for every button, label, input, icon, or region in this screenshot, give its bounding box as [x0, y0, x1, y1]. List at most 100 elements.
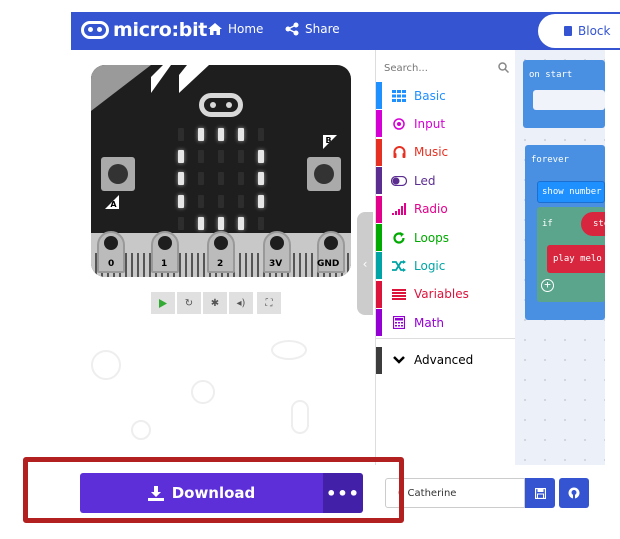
- workspace-scrollbar[interactable]: [605, 50, 620, 465]
- category-radio[interactable]: Radio: [376, 195, 516, 223]
- category-color-bar: [376, 224, 382, 251]
- play-icon: [159, 298, 167, 308]
- save-icon: [534, 487, 546, 499]
- forever-label: forever: [531, 155, 569, 165]
- calculator-icon: [390, 316, 408, 330]
- category-basic[interactable]: Basic: [376, 82, 516, 109]
- background-decoration: [191, 380, 215, 404]
- pin-hole: [324, 236, 338, 250]
- button-a-cap: [108, 164, 128, 184]
- microbit-logo[interactable]: micro:bit: [81, 19, 207, 41]
- restart-button[interactable]: ↻: [177, 292, 201, 314]
- led-2-2: [218, 172, 224, 186]
- blocks-tab[interactable]: Block: [538, 14, 620, 48]
- forever-block[interactable]: forever show number if ste play melo +: [525, 145, 620, 320]
- share-button[interactable]: Share: [285, 22, 340, 36]
- grid-icon: [390, 89, 408, 102]
- download-button[interactable]: Download: [80, 473, 323, 513]
- category-label: Led: [414, 173, 436, 188]
- chevron-down-icon: [390, 356, 408, 364]
- on-start-label: on start: [529, 70, 573, 80]
- fullscreen-button[interactable]: ⛶: [257, 292, 281, 314]
- background-decoration: [91, 350, 121, 380]
- led-1-3: [238, 150, 244, 164]
- button-a[interactable]: [101, 157, 135, 191]
- board-corner-stripes: [91, 65, 209, 111]
- pin-label: 3V: [269, 259, 283, 269]
- list-icon: [390, 288, 408, 300]
- save-button[interactable]: [525, 478, 555, 508]
- category-color-bar: [376, 346, 382, 374]
- category-color-bar: [376, 309, 382, 337]
- mute-button[interactable]: ◂): [229, 292, 253, 314]
- background-decoration: [291, 400, 309, 434]
- blocks-label: Block: [578, 24, 611, 38]
- led-4-1: [198, 217, 204, 231]
- toolbox-search: [376, 56, 516, 80]
- background-decoration: [271, 340, 307, 360]
- led-3-4: [258, 194, 264, 208]
- top-menu-bar: micro:bit Home Share Block: [71, 12, 620, 50]
- toggle-icon: [390, 175, 408, 186]
- button-a-label: A: [105, 195, 119, 209]
- pin-hole: [270, 236, 284, 250]
- button-b-cap: [314, 164, 334, 184]
- category-loops[interactable]: Loops: [376, 224, 516, 251]
- collapse-simulator-button[interactable]: ‹: [357, 212, 373, 315]
- category-math[interactable]: Math: [376, 309, 516, 337]
- led-2-4: [258, 172, 264, 186]
- download-more-button[interactable]: •••: [323, 473, 363, 513]
- logo-text: micro:bit: [113, 19, 208, 41]
- if-block[interactable]: if ste play melo +: [537, 207, 620, 302]
- pin-hole: [214, 236, 228, 250]
- on-start-slot: [533, 90, 605, 110]
- play-button[interactable]: [151, 292, 175, 314]
- category-color-bar: [376, 195, 382, 223]
- pin-hole: [104, 236, 118, 250]
- simulator-panel: A B 0 1 2 3V GND ↻ ✱ ◂) ⛶: [71, 50, 375, 462]
- category-color-bar: [376, 252, 382, 280]
- debug-button[interactable]: ✱: [203, 292, 227, 314]
- on-start-block[interactable]: on start: [523, 60, 605, 128]
- fullscreen-icon: ⛶: [265, 297, 273, 309]
- category-label: Advanced: [414, 353, 474, 367]
- add-else-icon[interactable]: +: [541, 279, 554, 292]
- category-color-bar: [376, 82, 382, 109]
- target-icon: [390, 118, 408, 130]
- led-3-2: [218, 194, 224, 208]
- category-input[interactable]: Input: [376, 110, 516, 138]
- led-4-3: [238, 217, 244, 231]
- shuffle-icon: [390, 259, 408, 272]
- project-name-input[interactable]: [385, 478, 525, 508]
- blocks-workspace[interactable]: on start forever show number if ste play…: [515, 50, 620, 465]
- show-number-block[interactable]: show number: [537, 181, 605, 203]
- category-label: Music: [414, 145, 449, 160]
- github-button[interactable]: [559, 478, 589, 508]
- search-input[interactable]: [384, 58, 494, 78]
- play-melody-block[interactable]: play melo: [547, 245, 607, 273]
- refresh-icon: [390, 231, 408, 244]
- category-advanced[interactable]: Advanced: [376, 346, 516, 374]
- category-variables[interactable]: Variables: [376, 280, 516, 308]
- home-label: Home: [228, 22, 264, 36]
- category-label: Radio: [414, 202, 448, 217]
- category-color-bar: [376, 138, 382, 166]
- home-button[interactable]: Home: [208, 22, 263, 36]
- category-music[interactable]: Music: [376, 138, 516, 166]
- editor-footer: Download •••: [71, 465, 620, 520]
- pin-label: 2: [217, 259, 224, 269]
- led-0-1: [198, 127, 204, 141]
- download-icon: [147, 485, 164, 501]
- category-label: Input: [414, 116, 446, 131]
- led-2-1: [198, 172, 204, 186]
- led-4-4: [258, 217, 264, 231]
- led-1-2: [218, 150, 224, 164]
- category-label: Logic: [414, 258, 446, 273]
- button-b[interactable]: [307, 157, 341, 191]
- share-icon: [285, 22, 299, 36]
- show-number-label: show number: [542, 187, 602, 197]
- download-label: Download: [171, 484, 256, 502]
- category-led[interactable]: Led: [376, 167, 516, 195]
- pin-label: 0: [108, 259, 115, 269]
- category-logic[interactable]: Logic: [376, 252, 516, 280]
